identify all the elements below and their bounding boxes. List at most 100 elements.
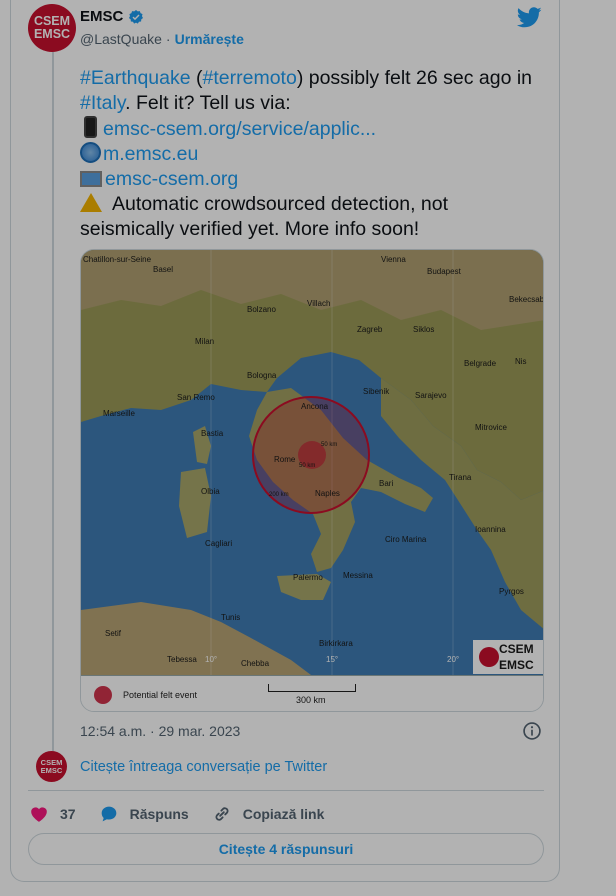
map-logo-top: CSEM — [499, 642, 534, 656]
reply-button[interactable]: Răspuns — [98, 803, 189, 825]
city-label: Cagliari — [205, 539, 232, 548]
warning-icon — [80, 193, 102, 212]
tweet-line-4: m.emsc.eu — [80, 142, 550, 167]
city-label: Mitrovice — [475, 423, 508, 432]
city-label: Budapest — [427, 267, 462, 276]
city-label: Olbia — [201, 487, 220, 496]
map-image[interactable]: Chatillon-sur-Seine Basel Vienna Budapes… — [80, 249, 544, 712]
tweet-felt-text: ) possibly felt 26 sec ago in — [296, 67, 533, 89]
auto-detection-text-2: seismically verified yet. More info soon… — [80, 218, 420, 240]
tweet-text: #Earthquake (#terremoto) possibly felt 2… — [80, 66, 550, 242]
city-label: Belgrade — [464, 359, 497, 368]
paren-open: ( — [190, 67, 203, 89]
avatar-text-bottom: EMSC — [33, 27, 71, 41]
city-label: Naples — [315, 489, 340, 498]
scale-label: 300 km — [296, 695, 326, 705]
city-label: Palermo — [293, 573, 323, 582]
graticule-label: 10° — [205, 655, 217, 664]
read-conversation-link[interactable]: Citește întreaga conversație pe Twitter — [80, 759, 327, 775]
city-label: Zagreb — [357, 325, 383, 334]
city-label: Basel — [153, 265, 173, 274]
mobile-phone-icon — [84, 116, 97, 138]
hashtag-terremoto[interactable]: #terremoto — [203, 67, 297, 89]
earthquake-map: Chatillon-sur-Seine Basel Vienna Budapes… — [81, 250, 544, 675]
ring-label: 50 km — [299, 463, 315, 469]
mobile-site-link[interactable]: m.emsc.eu — [103, 143, 198, 165]
like-button[interactable]: 37 — [28, 803, 76, 825]
website-link[interactable]: emsc-csem.org — [105, 168, 238, 190]
tweet-card: CSEM EMSC EMSC @LastQuake · Urmărește #E… — [10, 0, 560, 882]
city-label: Sarajevo — [415, 391, 447, 400]
city-label: Tirana — [449, 473, 472, 482]
map-logo-mark — [479, 647, 499, 667]
info-icon[interactable] — [522, 721, 542, 741]
tweet-line-3: emsc-csem.org/service/applic... — [80, 116, 550, 142]
action-bar: 37 Răspuns Copiază link — [28, 802, 346, 826]
city-label: Ciro Marina — [385, 535, 427, 544]
tweet-line-5: emsc-csem.org — [80, 167, 550, 192]
city-label: Sibenik — [363, 387, 390, 396]
city-label: Bari — [379, 479, 393, 488]
city-label: Siklos — [413, 325, 434, 334]
tweet-line-2: #Italy. Felt it? Tell us via: — [80, 91, 550, 116]
city-label: Bolzano — [247, 305, 276, 314]
hashtag-earthquake[interactable]: #Earthquake — [80, 67, 191, 89]
copy-link-label: Copiază link — [242, 806, 325, 822]
reply-label: Răspuns — [129, 806, 189, 822]
city-label: San Remo — [177, 393, 215, 402]
author-handle[interactable]: @LastQuake — [80, 31, 162, 47]
city-label: Chebba — [241, 659, 270, 668]
globe-icon — [80, 142, 101, 163]
tweet-line-7: seismically verified yet. More info soon… — [80, 217, 550, 242]
author-name-row: EMSC — [80, 8, 144, 25]
map-logo-bottom: EMSC — [499, 658, 534, 672]
tweet-tell-text: . Felt it? Tell us via: — [125, 92, 291, 114]
divider — [28, 790, 544, 791]
tweet-timestamp[interactable]: 12:54 a.m. · 29 mar. 2023 — [80, 723, 240, 739]
city-label: Villach — [307, 299, 330, 308]
ring-label: 200 km — [269, 492, 289, 498]
city-label: Chatillon-sur-Seine — [83, 255, 152, 264]
app-link[interactable]: emsc-csem.org/service/applic... — [103, 118, 376, 140]
twitter-bird-icon[interactable] — [517, 7, 542, 28]
city-label: Bekecsaba — [509, 295, 544, 304]
city-label: Tunis — [221, 613, 240, 622]
scale-bar — [268, 684, 356, 692]
graticule-label: 20° — [447, 655, 459, 664]
desktop-computer-icon — [80, 171, 102, 187]
city-label: Setif — [105, 629, 122, 638]
avatar-text-bottom: EMSC — [40, 765, 63, 775]
read-replies-label: Citește 4 răspunsuri — [218, 841, 354, 857]
city-label: Tebessa — [167, 655, 197, 664]
city-label: Milan — [195, 337, 214, 346]
verified-badge-icon — [129, 9, 144, 24]
author-handle-row: @LastQuake · Urmărește — [80, 31, 244, 47]
copy-link-button[interactable]: Copiază link — [211, 803, 325, 825]
city-label: Pyrgos — [499, 587, 524, 596]
city-label: Marseille — [103, 409, 136, 418]
city-label: Nis — [515, 357, 527, 366]
handle-separator: · — [165, 31, 171, 47]
city-label: Vienna — [381, 255, 406, 264]
ring-label: 50 km — [321, 442, 337, 448]
auto-detection-text-1: Automatic crowdsourced detection, not — [112, 193, 449, 215]
city-label: Bologna — [247, 371, 277, 380]
legend-label: Potential felt event — [123, 690, 198, 700]
city-label: Ancona — [301, 402, 329, 411]
link-icon — [215, 807, 229, 821]
tweet-line-6: Automatic crowdsourced detection, not — [80, 192, 550, 217]
city-label: Ioannina — [475, 525, 506, 534]
heart-icon — [31, 807, 47, 822]
conversation-avatar: CSEM EMSC — [36, 751, 67, 782]
read-replies-button[interactable]: Citește 4 răspunsuri — [28, 833, 544, 865]
reply-bubble-icon — [101, 806, 116, 822]
hashtag-italy[interactable]: #Italy — [80, 92, 125, 114]
city-label: Birkirkara — [319, 639, 353, 648]
author-display-name[interactable]: EMSC — [80, 8, 123, 25]
city-label: Rome — [274, 455, 296, 464]
author-avatar[interactable]: CSEM EMSC — [28, 4, 76, 52]
city-label: Messina — [343, 571, 373, 580]
graticule-label: 15° — [326, 655, 338, 664]
map-legend: Potential felt event 300 km — [81, 675, 543, 711]
follow-button[interactable]: Urmărește — [175, 31, 244, 47]
